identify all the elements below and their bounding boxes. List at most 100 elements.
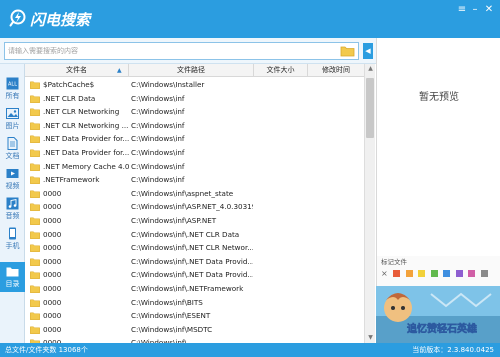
folder-icon	[30, 163, 40, 171]
folder-icon	[30, 203, 40, 212]
sidebar-item-phone[interactable]: 手机	[0, 224, 25, 254]
column-header-mtime[interactable]: 修改时间	[308, 64, 364, 77]
folder-icon	[30, 95, 40, 103]
folder-icon	[30, 108, 40, 117]
sidebar-item-all[interactable]: ALL 所有	[0, 74, 25, 104]
column-header-size[interactable]: 文件大小	[254, 64, 308, 77]
sidebar-item-label: 视频	[5, 182, 20, 190]
file-name: 0000	[43, 229, 62, 239]
table-row[interactable]: 0000 C:\Windows\inf\ESENT	[25, 309, 364, 323]
tag-color-swatch[interactable]	[430, 270, 438, 277]
sidebar-item-directory[interactable]: 目录	[0, 262, 25, 292]
ad-banner-image: 追忆赞轻石英雄	[376, 286, 500, 343]
tag-panel: 标记文件 ×	[376, 256, 500, 286]
scroll-down-icon[interactable]: ▼	[365, 333, 376, 343]
column-header-name[interactable]: 文件名 ▲	[25, 64, 129, 77]
scroll-up-icon[interactable]: ▲	[365, 64, 376, 74]
table-row[interactable]: 0000 C:\Windows\inf\.NETFramework	[25, 282, 364, 296]
clear-tag-icon[interactable]: ×	[381, 269, 388, 278]
sidebar-item-label: 目录	[5, 280, 20, 288]
status-bar: 总文件/文件夹数 13068个 当前版本：2.3.840.0425	[0, 343, 500, 357]
file-path: C:\Windows\inf\BITS	[131, 297, 203, 307]
sidebar-item-pictures[interactable]: 图片	[0, 104, 25, 134]
table-row[interactable]: .NET Data Provider for... C:\Windows\inf	[25, 132, 364, 146]
sidebar-item-video[interactable]: 视频	[0, 164, 25, 194]
search-input[interactable]	[5, 43, 335, 59]
file-path: C:\Windows\inf	[131, 134, 185, 144]
file-name: .NETFramework	[43, 175, 100, 185]
file-path: C:\Windows\inf\...	[131, 338, 194, 343]
table-row[interactable]: 0000 C:\Windows\inf\ASP.NET_4.0.30319	[25, 200, 364, 214]
tag-color-swatch[interactable]	[480, 270, 488, 277]
tag-color-swatch[interactable]	[405, 270, 413, 277]
tag-color-swatch[interactable]	[418, 270, 425, 277]
table-row[interactable]: .NET CLR Data C:\Windows\inf	[25, 92, 364, 106]
file-count-text: 总文件/文件夹数 13068个	[5, 346, 88, 354]
scrollbar-thumb[interactable]	[366, 78, 374, 138]
sidebar-item-label: 音频	[5, 212, 20, 220]
folder-icon	[30, 217, 40, 225]
file-path: C:\Windows\inf	[131, 93, 185, 103]
file-path: C:\Windows\inf\ESENT	[131, 311, 211, 321]
folder-icon	[30, 122, 40, 130]
folder-icon	[30, 312, 40, 321]
tag-color-swatch[interactable]	[393, 270, 400, 277]
folder-icon	[30, 258, 40, 266]
table-row[interactable]: 0000 C:\Windows\inf\ASP.NET	[25, 214, 364, 228]
folder-icon	[30, 135, 40, 144]
folder-icon	[30, 271, 40, 280]
title-bar: 闪电搜索 ≡ – ✕	[0, 0, 500, 38]
file-list: 文件名 ▲ 文件路径 文件大小 修改时间 $PatchCache$ C:\Wind…	[25, 64, 364, 343]
tag-color-swatch[interactable]	[455, 270, 463, 277]
table-row[interactable]: .NET Memory Cache 4.0 C:\Windows\inf	[25, 160, 364, 174]
table-row[interactable]: 0000 C:\Windows\inf\MSDTC	[25, 323, 364, 337]
column-name-label: 文件名	[66, 66, 87, 74]
table-row[interactable]: .NETFramework C:\Windows\inf	[25, 173, 364, 187]
vertical-scrollbar[interactable]: ▲ ▼	[364, 64, 375, 343]
table-row[interactable]: 0000 C:\Windows\inf\.NET CLR Networ...	[25, 241, 364, 255]
preview-pane: 暂无预览	[376, 38, 500, 256]
table-row[interactable]: 0000 C:\Windows\inf\aspnet_state	[25, 187, 364, 201]
file-name: 0000	[43, 243, 62, 253]
file-path: C:\Windows\inf\.NETFramework	[131, 284, 244, 293]
table-row[interactable]: 0000 C:\Windows\inf\.NET Data Provid...	[25, 255, 364, 269]
table-row[interactable]: 0000 C:\Windows\inf\BITS	[25, 296, 364, 310]
tag-panel-title: 标记文件	[381, 258, 407, 266]
folder-icon	[30, 326, 40, 334]
file-path: C:\Windows\inf\MSDTC	[131, 324, 213, 334]
collapse-preview-button[interactable]: ◀	[363, 43, 373, 59]
browse-folder-icon[interactable]	[340, 45, 355, 57]
ad-banner[interactable]: 追忆赞轻石英雄	[376, 286, 500, 343]
minimize-icon[interactable]: –	[468, 4, 482, 16]
folder-icon	[30, 299, 40, 307]
app-title: 闪电搜索	[30, 11, 91, 29]
sidebar-item-audio[interactable]: 音频	[0, 194, 25, 224]
folder-icon	[30, 81, 40, 89]
table-row[interactable]: .NET CLR Networking C:\Windows\inf	[25, 105, 364, 119]
table-row[interactable]: 0000 C:\Windows\inf\.NET CLR Data	[25, 228, 364, 242]
no-preview-text: 暂无预览	[419, 92, 459, 103]
ad-banner-title: 追忆赞轻石英雄	[407, 322, 477, 335]
tag-color-swatch[interactable]	[443, 270, 450, 277]
table-row[interactable]: .NET CLR Networking ... C:\Windows\inf	[25, 119, 364, 133]
folder-icon	[30, 231, 40, 239]
table-row[interactable]: .NET Data Provider for... C:\Windows\inf	[25, 146, 364, 160]
table-row[interactable]: 0000 C:\Windows\inf\.NET Data Provid...	[25, 268, 364, 282]
sidebar-item-documents[interactable]: 文档	[0, 134, 25, 164]
column-header-path[interactable]: 文件路径	[129, 64, 254, 77]
folder-icon	[30, 190, 40, 198]
file-name: 0000	[43, 216, 62, 225]
folder-icon	[30, 149, 40, 157]
tag-color-swatch[interactable]	[468, 270, 475, 277]
folder-icon	[6, 267, 19, 277]
version-text: 当前版本：2.3.840.0425	[412, 346, 494, 354]
close-icon[interactable]: ✕	[482, 4, 496, 16]
sidebar-item-label: 所有	[5, 92, 20, 100]
table-row[interactable]: $PatchCache$ C:\Windows\Installer	[25, 78, 364, 92]
file-path: C:\Windows\inf\.NET Data Provid...	[131, 270, 253, 280]
menu-icon[interactable]: ≡	[455, 4, 469, 16]
file-path: C:\Windows\inf\.NET CLR Networ...	[131, 243, 253, 253]
file-name: 0000	[43, 284, 62, 293]
table-row[interactable]: 0000 C:\Windows\inf\...	[25, 336, 364, 343]
file-name: 0000	[43, 256, 62, 266]
